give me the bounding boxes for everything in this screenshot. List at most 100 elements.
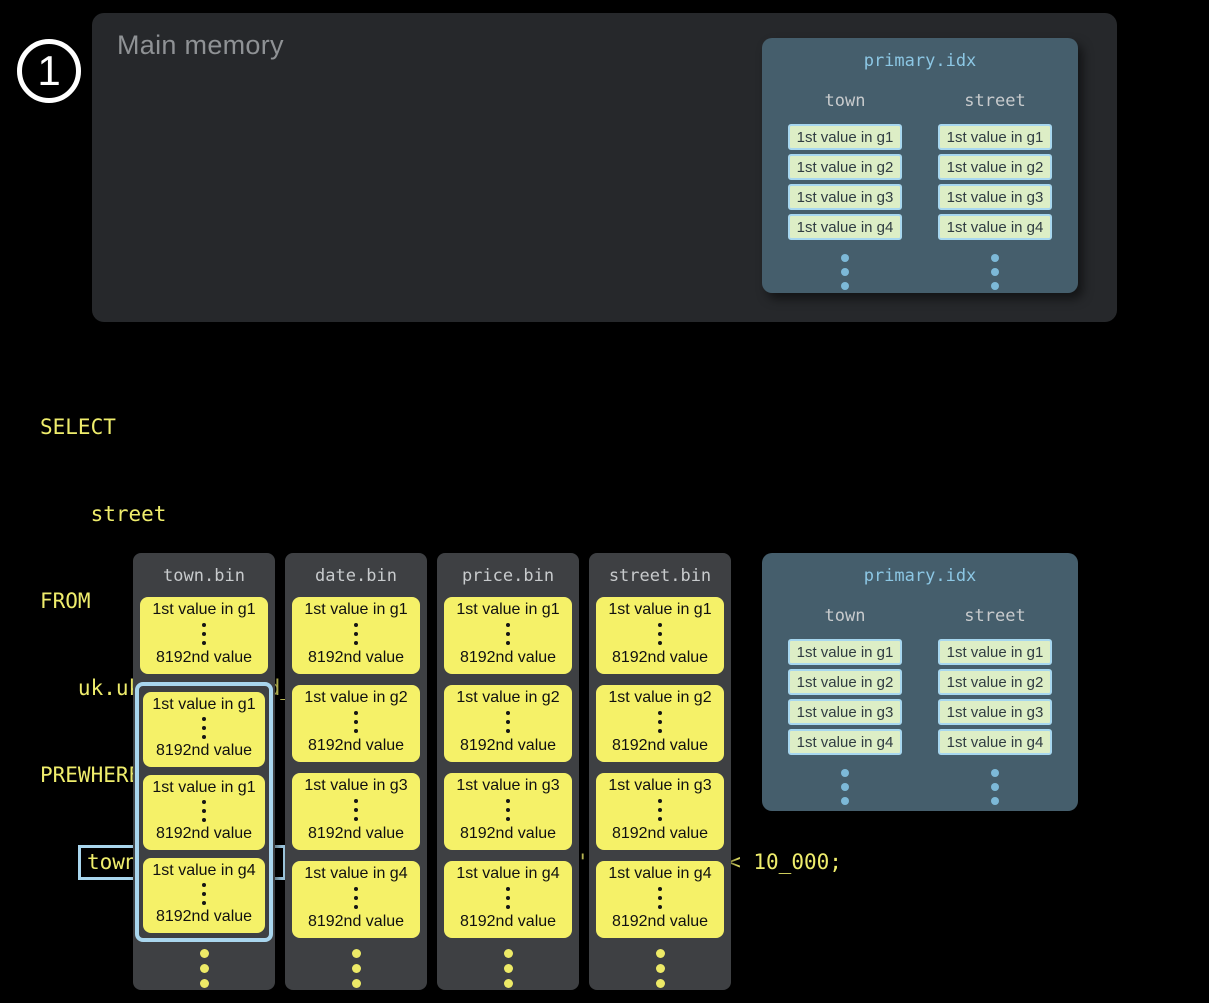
granule-cell: 1st value in g3 8192nd value [292,773,420,850]
primary-idx-box-memory: primary.idx town 1st value in g1 1st val… [762,38,1078,293]
granule-ellipsis-icon [658,623,662,645]
granule-cell: 1st value in g4 8192nd value [596,861,724,938]
granule-cell: 1st value in g3 8192nd value [596,773,724,850]
primary-idx-columns: town 1st value in g1 1st value in g2 1st… [762,91,1078,290]
step-1-badge: 1 [17,39,81,103]
sql-indent [40,850,78,874]
granule-first-value: 1st value in g2 [608,689,711,707]
granule-first-value: 1st value in g4 [304,865,407,883]
granule-ellipsis-icon [202,717,206,739]
ellipsis-dots-icon [589,949,731,988]
granule-cell: 1st value in g1 8192nd value [292,597,420,674]
granule-ellipsis-icon [202,883,206,905]
bin-file-town: town.bin 1st value in g1 8192nd value 1s… [133,553,275,990]
granule-last-value: 8192nd value [612,737,708,755]
granule-ellipsis-icon [354,711,358,733]
granule-first-value: 1st value in g1 [152,601,255,619]
index-entry: 1st value in g1 [788,124,902,150]
granule-last-value: 8192nd value [156,825,252,843]
granule-last-value: 8192nd value [156,742,252,760]
granule-cell: 1st value in g1 8192nd value [143,775,265,850]
index-entry: 1st value in g4 [938,214,1052,240]
granule-cell: 1st value in g1 8192nd value [143,692,265,767]
step-1-label: 1 [37,50,60,92]
index-column-header: town [825,91,866,111]
granule-ellipsis-icon [202,623,206,645]
index-entry: 1st value in g2 [788,669,902,695]
index-entry: 1st value in g1 [938,124,1052,150]
granule-cell: 1st value in g1 8192nd value [596,597,724,674]
granule-last-value: 8192nd value [612,913,708,931]
granule-last-value: 8192nd value [460,913,556,931]
ellipsis-dots-icon [437,949,579,988]
bin-file-price: price.bin 1st value in g1 8192nd value 1… [437,553,579,990]
granule-ellipsis-icon [658,887,662,909]
granule-cell: 1st value in g1 8192nd value [140,597,268,674]
granule-cell: 1st value in g2 8192nd value [596,685,724,762]
granule-last-value: 8192nd value [308,649,404,667]
index-column-town: town 1st value in g1 1st value in g2 1st… [788,91,902,290]
index-entry: 1st value in g1 [938,639,1052,665]
granule-last-value: 8192nd value [612,649,708,667]
granule-last-value: 8192nd value [460,737,556,755]
granule-first-value: 1st value in g3 [608,777,711,795]
ellipsis-dots-icon [133,949,275,988]
diagram-canvas: 1 Main memory primary.idx town 1st value… [0,0,1209,1003]
granule-first-value: 1st value in g1 [152,696,255,714]
bin-file-title: street.bin [589,553,731,597]
granule-last-value: 8192nd value [460,825,556,843]
bin-file-street: street.bin 1st value in g1 8192nd value … [589,553,731,990]
primary-idx-columns: town 1st value in g1 1st value in g2 1st… [762,606,1078,805]
index-column-header: street [964,91,1025,111]
granule-last-value: 8192nd value [156,908,252,926]
granule-cell: 1st value in g3 8192nd value [444,773,572,850]
granule-ellipsis-icon [658,711,662,733]
index-entry: 1st value in g4 [788,729,902,755]
granule-ellipsis-icon [506,887,510,909]
index-column-header: street [964,606,1025,626]
granule-first-value: 1st value in g3 [304,777,407,795]
granule-last-value: 8192nd value [156,649,252,667]
granule-last-value: 8192nd value [308,737,404,755]
granule-first-value: 1st value in g4 [608,865,711,883]
sql-line: SELECT [40,413,842,442]
granule-cell: 1st value in g4 8192nd value [444,861,572,938]
granule-ellipsis-icon [202,800,206,822]
granule-first-value: 1st value in g1 [304,601,407,619]
ellipsis-dots-icon [991,769,999,805]
granule-ellipsis-icon [658,799,662,821]
granule-first-value: 1st value in g4 [152,862,255,880]
index-entry: 1st value in g3 [938,184,1052,210]
granule-first-value: 1st value in g2 [456,689,559,707]
selected-granules-highlight: 1st value in g1 8192nd value 1st value i… [135,682,273,942]
bin-file-title: price.bin [437,553,579,597]
granule-first-value: 1st value in g1 [608,601,711,619]
ellipsis-dots-icon [285,949,427,988]
index-entry: 1st value in g3 [938,699,1052,725]
main-memory-panel: Main memory primary.idx town 1st value i… [92,13,1117,322]
granule-first-value: 1st value in g2 [304,689,407,707]
granule-cell: 1st value in g4 8192nd value [143,858,265,933]
primary-idx-title: primary.idx [762,553,1078,586]
granule-last-value: 8192nd value [612,825,708,843]
primary-idx-title: primary.idx [762,38,1078,71]
granule-ellipsis-icon [354,799,358,821]
granule-ellipsis-icon [506,623,510,645]
granule-ellipsis-icon [354,623,358,645]
granule-cell: 1st value in g1 8192nd value [444,597,572,674]
bin-file-title: town.bin [133,553,275,597]
granule-cell: 1st value in g2 8192nd value [292,685,420,762]
primary-idx-box-disk: primary.idx town 1st value in g1 1st val… [762,553,1078,811]
index-column-town: town 1st value in g1 1st value in g2 1st… [788,606,902,805]
index-entry: 1st value in g2 [938,669,1052,695]
granule-cell: 1st value in g4 8192nd value [292,861,420,938]
granule-first-value: 1st value in g4 [456,865,559,883]
granule-ellipsis-icon [354,887,358,909]
granule-ellipsis-icon [506,711,510,733]
granule-first-value: 1st value in g1 [152,779,255,797]
bin-file-title: date.bin [285,553,427,597]
granule-first-value: 1st value in g1 [456,601,559,619]
ellipsis-dots-icon [841,254,849,290]
index-entry: 1st value in g3 [788,184,902,210]
sql-line: street [40,500,842,529]
